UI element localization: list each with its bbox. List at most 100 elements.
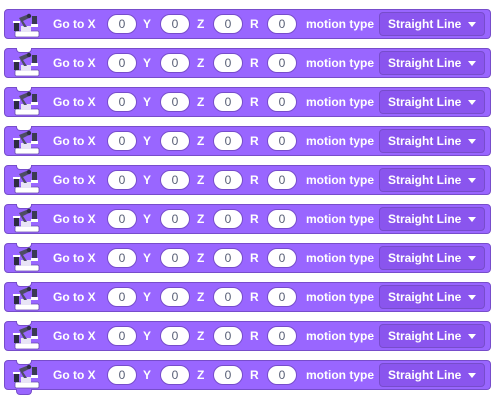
z-label: Z [197,173,205,187]
y-input[interactable]: 0 [160,92,190,112]
y-label: Y [143,17,152,31]
motion-type-dropdown[interactable]: Straight Line [379,90,485,114]
z-input[interactable]: 0 [213,170,243,190]
motion-type-label: motion type [306,17,374,31]
z-input[interactable]: 0 [213,365,243,385]
goto-x-label: Go to X [53,173,96,187]
y-label: Y [143,368,152,382]
y-input[interactable]: 0 [160,170,190,190]
r-input[interactable]: 0 [267,248,297,268]
y-input[interactable]: 0 [160,131,190,151]
z-input[interactable]: 0 [213,14,243,34]
motion-type-label: motion type [306,368,374,382]
robot-arm-icon [11,51,45,77]
motion-type-dropdown[interactable]: Straight Line [379,51,485,75]
caret-down-icon [468,178,476,183]
goto-x-label: Go to X [53,17,96,31]
r-input[interactable]: 0 [267,209,297,229]
z-input[interactable]: 0 [213,287,243,307]
motion-type-dropdown[interactable]: Straight Line [379,285,485,309]
z-input[interactable]: 0 [213,209,243,229]
z-input[interactable]: 0 [213,92,243,112]
caret-down-icon [468,217,476,222]
y-input[interactable]: 0 [160,209,190,229]
goto-block[interactable]: Go to X 0 Y 0 Z 0 R 0 motion type Straig… [4,87,491,117]
x-input[interactable]: 0 [107,287,137,307]
y-input[interactable]: 0 [160,287,190,307]
y-label: Y [143,134,152,148]
goto-block[interactable]: Go to X 0 Y 0 Z 0 R 0 motion type Straig… [4,321,491,351]
x-input[interactable]: 0 [107,170,137,190]
y-input[interactable]: 0 [160,365,190,385]
motion-type-value: Straight Line [388,368,462,382]
y-input[interactable]: 0 [160,326,190,346]
goto-block[interactable]: Go to X 0 Y 0 Z 0 R 0 motion type Straig… [4,360,491,395]
x-input[interactable]: 0 [107,209,137,229]
r-input[interactable]: 0 [267,287,297,307]
y-input[interactable]: 0 [160,53,190,73]
x-input[interactable]: 0 [107,365,137,385]
x-input[interactable]: 0 [107,326,137,346]
z-input[interactable]: 0 [213,53,243,73]
r-input[interactable]: 0 [267,365,297,385]
y-label: Y [143,212,152,226]
goto-x-label: Go to X [53,95,96,109]
motion-type-dropdown[interactable]: Straight Line [379,246,485,270]
motion-type-dropdown[interactable]: Straight Line [379,168,485,192]
z-input[interactable]: 0 [213,248,243,268]
motion-type-label: motion type [306,134,374,148]
motion-type-label: motion type [306,290,374,304]
x-input[interactable]: 0 [107,14,137,34]
motion-type-value: Straight Line [388,134,462,148]
r-label: R [250,368,259,382]
goto-block[interactable]: Go to X 0 Y 0 Z 0 R 0 motion type Straig… [4,165,491,195]
robot-arm-icon [11,246,45,272]
robot-arm-icon [11,12,45,38]
r-label: R [250,95,259,109]
r-input[interactable]: 0 [267,92,297,112]
r-input[interactable]: 0 [267,326,297,346]
r-label: R [250,251,259,265]
y-input[interactable]: 0 [160,248,190,268]
motion-type-label: motion type [306,173,374,187]
r-label: R [250,134,259,148]
z-label: Z [197,290,205,304]
caret-down-icon [468,139,476,144]
goto-block[interactable]: Go to X 0 Y 0 Z 0 R 0 motion type Straig… [4,48,491,78]
robot-arm-icon [11,168,45,194]
caret-down-icon [468,334,476,339]
z-label: Z [197,56,205,70]
goto-x-label: Go to X [53,329,96,343]
robot-arm-icon [11,363,45,389]
motion-type-dropdown[interactable]: Straight Line [379,129,485,153]
y-input[interactable]: 0 [160,14,190,34]
r-input[interactable]: 0 [267,14,297,34]
motion-type-label: motion type [306,251,374,265]
r-label: R [250,329,259,343]
y-label: Y [143,56,152,70]
z-label: Z [197,251,205,265]
goto-block[interactable]: Go to X 0 Y 0 Z 0 R 0 motion type Straig… [4,243,491,273]
goto-block[interactable]: Go to X 0 Y 0 Z 0 R 0 motion type Straig… [4,282,491,312]
r-label: R [250,212,259,226]
motion-type-dropdown[interactable]: Straight Line [379,363,485,387]
goto-x-label: Go to X [53,251,96,265]
x-input[interactable]: 0 [107,92,137,112]
r-input[interactable]: 0 [267,170,297,190]
goto-block[interactable]: Go to X 0 Y 0 Z 0 R 0 motion type Straig… [4,9,491,39]
goto-block[interactable]: Go to X 0 Y 0 Z 0 R 0 motion type Straig… [4,126,491,156]
r-input[interactable]: 0 [267,131,297,151]
z-input[interactable]: 0 [213,131,243,151]
x-input[interactable]: 0 [107,53,137,73]
x-input[interactable]: 0 [107,131,137,151]
z-label: Z [197,368,205,382]
block-stack: Go to X 0 Y 0 Z 0 R 0 motion type Straig… [4,9,491,395]
y-label: Y [143,173,152,187]
x-input[interactable]: 0 [107,248,137,268]
r-input[interactable]: 0 [267,53,297,73]
motion-type-dropdown[interactable]: Straight Line [379,324,485,348]
z-input[interactable]: 0 [213,326,243,346]
motion-type-dropdown[interactable]: Straight Line [379,207,485,231]
goto-block[interactable]: Go to X 0 Y 0 Z 0 R 0 motion type Straig… [4,204,491,234]
motion-type-dropdown[interactable]: Straight Line [379,12,485,36]
